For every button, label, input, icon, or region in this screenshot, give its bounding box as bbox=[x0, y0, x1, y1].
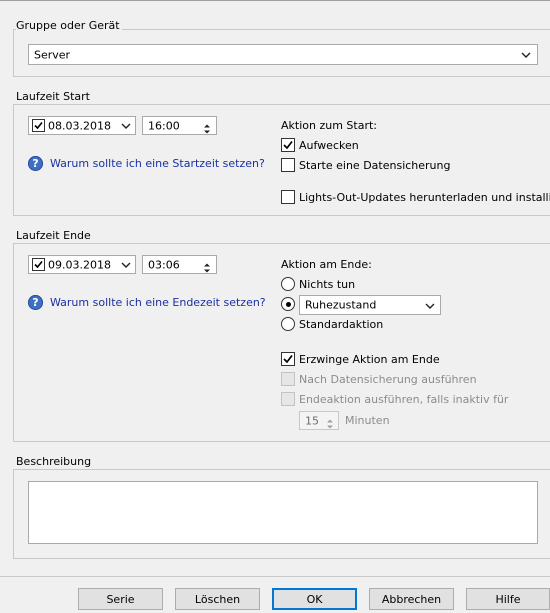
minutes-spin-buttons bbox=[324, 414, 336, 429]
chevron-down-icon bbox=[119, 119, 133, 133]
spin-down-icon[interactable] bbox=[201, 126, 213, 134]
start-backup-checkbox[interactable] bbox=[281, 158, 295, 172]
end-time-spinner[interactable]: 03:06 bbox=[142, 255, 217, 274]
end-action-label: Aktion am Ende: bbox=[281, 258, 372, 271]
minutes-spinner: 15 bbox=[299, 411, 339, 430]
spin-down-icon bbox=[324, 421, 336, 429]
start-time-spin-buttons[interactable] bbox=[201, 119, 213, 134]
help-question-icon[interactable]: ? bbox=[28, 156, 43, 171]
end-action-select-value: Ruhezustand bbox=[305, 298, 377, 312]
delete-button[interactable]: Löschen bbox=[175, 588, 260, 610]
if-inactive-checkbox bbox=[281, 392, 295, 406]
start-help-link[interactable]: Warum sollte ich eine Startzeit setzen? bbox=[50, 157, 265, 170]
help-question-icon[interactable]: ? bbox=[28, 295, 43, 310]
end-date-checkbox[interactable] bbox=[32, 258, 45, 271]
radio-standard-label[interactable]: Standardaktion bbox=[299, 318, 383, 331]
group-select-value: Server bbox=[34, 48, 71, 61]
group-label: Gruppe oder Gerät bbox=[16, 19, 122, 32]
radio-nothing-label[interactable]: Nichts tun bbox=[299, 278, 355, 291]
if-inactive-label: Endeaktion ausführen, falls inaktiv für bbox=[299, 393, 509, 406]
radio-custom-action[interactable] bbox=[281, 297, 295, 311]
force-action-label[interactable]: Erzwinge Aktion am Ende bbox=[299, 353, 440, 366]
window-top-border bbox=[0, 0, 550, 1]
radio-standard[interactable] bbox=[281, 317, 295, 331]
end-help-link[interactable]: Warum sollte ich eine Endezeit setzen? bbox=[50, 296, 266, 309]
start-time-spinner[interactable]: 16:00 bbox=[142, 116, 217, 135]
group-select[interactable]: Server bbox=[28, 44, 538, 65]
help-button[interactable]: Hilfe bbox=[466, 588, 550, 610]
minutes-value: 15 bbox=[305, 414, 319, 427]
start-backup-label[interactable]: Starte eine Datensicherung bbox=[299, 159, 450, 172]
wake-label[interactable]: Aufwecken bbox=[299, 139, 359, 152]
spin-down-icon[interactable] bbox=[201, 265, 213, 273]
chevron-down-icon bbox=[423, 299, 437, 313]
end-action-select[interactable]: Ruhezustand bbox=[299, 295, 441, 315]
ok-button[interactable]: OK bbox=[272, 588, 357, 610]
force-action-checkbox[interactable] bbox=[281, 352, 295, 366]
start-time-value: 16:00 bbox=[148, 119, 180, 132]
after-backup-label: Nach Datensicherung ausführen bbox=[299, 373, 477, 386]
end-time-value: 03:06 bbox=[148, 258, 180, 271]
chevron-down-icon bbox=[519, 48, 533, 62]
lights-out-checkbox[interactable] bbox=[281, 190, 295, 204]
start-date-picker[interactable]: 08.03.2018 bbox=[28, 116, 136, 135]
description-label: Beschreibung bbox=[16, 455, 94, 468]
spin-up-icon[interactable] bbox=[201, 119, 213, 128]
chevron-down-icon bbox=[119, 258, 133, 272]
end-date-value: 09.03.2018 bbox=[48, 258, 111, 271]
end-date-picker[interactable]: 09.03.2018 bbox=[28, 255, 136, 274]
start-date-checkbox[interactable] bbox=[32, 119, 45, 132]
serie-button[interactable]: Serie bbox=[78, 588, 163, 610]
radio-nothing[interactable] bbox=[281, 277, 295, 291]
lights-out-label[interactable]: Lights-Out-Updates herunterladen und ins… bbox=[299, 191, 550, 204]
cancel-button[interactable]: Abbrechen bbox=[369, 588, 454, 610]
minutes-label: Minuten bbox=[345, 414, 390, 427]
spin-up-icon bbox=[324, 414, 336, 423]
start-action-label: Aktion zum Start: bbox=[281, 119, 377, 132]
start-date-value: 08.03.2018 bbox=[48, 119, 111, 132]
end-section-label: Laufzeit Ende bbox=[16, 229, 93, 242]
spin-up-icon[interactable] bbox=[201, 258, 213, 267]
footer-divider bbox=[0, 576, 550, 577]
wake-checkbox[interactable] bbox=[281, 138, 295, 152]
end-time-spin-buttons[interactable] bbox=[201, 258, 213, 273]
start-section-label: Laufzeit Start bbox=[16, 90, 92, 103]
after-backup-checkbox bbox=[281, 372, 295, 386]
description-textarea[interactable] bbox=[28, 481, 538, 544]
